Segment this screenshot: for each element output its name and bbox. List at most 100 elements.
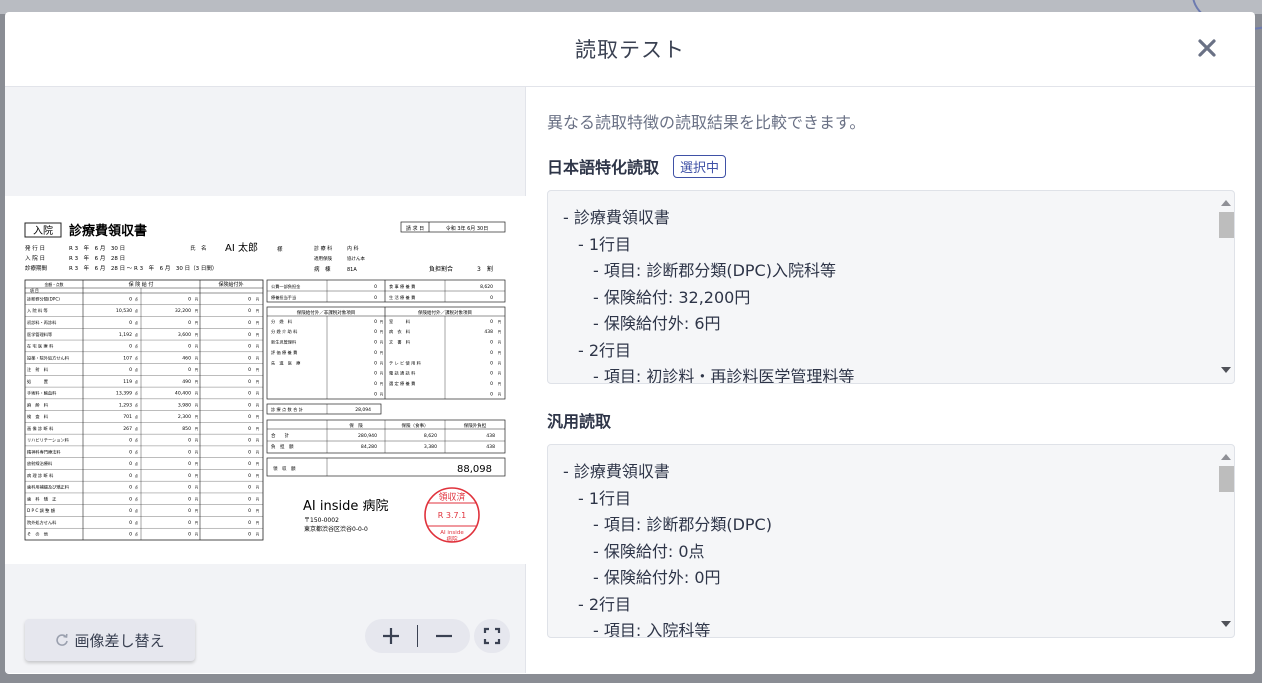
stamp-top: 領収済 bbox=[438, 491, 465, 503]
result-line: - 項目: 診断郡分類(DPC)入院科等 bbox=[593, 261, 836, 280]
close-button[interactable] bbox=[1195, 36, 1219, 60]
receipt-date-value: R 3 年 6 月 28 日 bbox=[69, 254, 125, 262]
zoom-controls bbox=[365, 619, 470, 653]
receipt-unit-point: 点 bbox=[135, 449, 139, 454]
receipt-sum-label: 合 計 bbox=[271, 432, 289, 439]
receipt-unit-point: 点 bbox=[135, 308, 139, 313]
receipt-unit-yen: 円 bbox=[256, 497, 260, 501]
receipt-burden: 3 割 bbox=[477, 265, 493, 273]
receipt-unit-point: 点 bbox=[135, 344, 139, 349]
receipt-item-points: 267 bbox=[123, 426, 132, 432]
receipt-tax-header: 保険給付外／課税対象項目 bbox=[418, 309, 472, 316]
receipt-unit-yen: 円 bbox=[256, 368, 260, 372]
scroll-down-arrow-icon[interactable] bbox=[1221, 367, 1231, 373]
stamp-bottom-2: 病院 bbox=[446, 535, 458, 543]
modal-title: 読取テスト bbox=[575, 38, 685, 62]
scroll-thumb[interactable] bbox=[1219, 466, 1234, 492]
receipt-sum-other: 438 bbox=[486, 444, 495, 450]
general-result-box[interactable]: - 診療費領収書 - 1行目 - 項目: 診断郡分類(DPC) - 保険給付: 0点 -… bbox=[547, 444, 1235, 638]
receipt-tax-value: 0 bbox=[490, 350, 493, 356]
receipt-unit-yen: 円 bbox=[498, 392, 502, 396]
receipt-unit-yen: 円 bbox=[195, 380, 199, 384]
receipt-item-noninsured: 0 bbox=[248, 320, 251, 326]
receipt-date-value: R 3 年 6 月 30 日 bbox=[69, 244, 125, 252]
read-test-modal: 読取テスト 入院 診療費領収書 請 求 日 令和 3年 6月 30日 発 行 日… bbox=[5, 12, 1255, 674]
receipt-item-points: 1,293 bbox=[119, 402, 132, 408]
general-result-scrollbar[interactable] bbox=[1215, 446, 1234, 636]
receipt-unit-yen: 円 bbox=[256, 533, 260, 537]
section-general-head: 汎用読取 bbox=[547, 408, 1235, 432]
receipt-nontax-value: 0 bbox=[374, 381, 377, 387]
receipt-unit-yen: 円 bbox=[256, 415, 260, 419]
receipt-item-noninsured: 0 bbox=[248, 426, 251, 432]
receipt-title: 診療費領収書 bbox=[69, 223, 147, 239]
receipt-life-label: 生 活 療 養 費 bbox=[389, 294, 415, 301]
receipt-item-name: 放射線治療料 bbox=[27, 460, 53, 467]
receipt-nontax-name: 先 進 医 療 bbox=[271, 359, 301, 366]
receipt-nontax-name: 新生児管理料 bbox=[271, 339, 297, 346]
result-line: - 1行目 bbox=[578, 234, 632, 254]
receipt-nontax-value: 0 bbox=[374, 371, 377, 377]
receipt-item-name: リハビリテーション料 bbox=[27, 437, 70, 444]
receipt-unit-yen: 円 bbox=[256, 439, 260, 443]
receipt-unit-yen: 円 bbox=[256, 356, 260, 360]
receipt-nontax-value: 0 bbox=[374, 391, 377, 397]
japanese-result-box[interactable]: - 診療費領収書 - 1行目 - 項目: 診断郡分類(DPC)入院科等 - 保険給付:… bbox=[547, 190, 1235, 384]
receipt-item-noninsured: 0 bbox=[248, 402, 251, 408]
stamp-date: R 3.7.1 bbox=[438, 511, 466, 520]
receipt-item-noninsured: 0 bbox=[248, 379, 251, 385]
scroll-down-arrow-icon[interactable] bbox=[1221, 621, 1231, 627]
receipt-unit-yen: 円 bbox=[195, 427, 199, 431]
receipt-unit-point: 点 bbox=[135, 402, 139, 407]
receipt-unit-yen: 円 bbox=[195, 392, 199, 396]
receipt-ward-label: 病 棟 bbox=[314, 265, 331, 273]
receipt-tax-value: 0 bbox=[490, 391, 493, 397]
receipt-nontax-value: 0 bbox=[374, 360, 377, 366]
receipt-document: 入院 診療費領収書 請 求 日 令和 3年 6月 30日 発 行 日 R 3 年 … bbox=[24, 221, 506, 543]
zoom-in-button[interactable] bbox=[365, 619, 417, 653]
receipt-unit-yen: 円 bbox=[256, 321, 260, 325]
receipt-unit-point: 点 bbox=[135, 391, 139, 396]
receipt-sum-header-other: 保険外負担 bbox=[464, 422, 487, 429]
receipt-meal: 8,620 bbox=[480, 284, 493, 290]
receipt-insurance: 協けん本 bbox=[347, 255, 365, 262]
receipt-unit-point: 点 bbox=[135, 414, 139, 419]
receipt-image: 入院 診療費領収書 請 求 日 令和 3年 6月 30日 発 行 日 R 3 年 … bbox=[5, 196, 526, 564]
receipt-life: 0 bbox=[490, 295, 493, 301]
receipt-item-noninsured: 0 bbox=[248, 438, 251, 444]
receipt-item-insured: 0 bbox=[188, 320, 191, 326]
receipt-sum-other: 438 bbox=[486, 433, 495, 439]
receipt-unit-yen: 円 bbox=[195, 450, 199, 454]
receipt-item-points: 0 bbox=[129, 438, 132, 444]
receipt-nontax-name: 評 価 療 養 費 bbox=[271, 349, 297, 356]
receipt-header-insured: 保 険 給 付 bbox=[129, 281, 154, 288]
fullscreen-button[interactable] bbox=[474, 619, 510, 653]
receipt-item-noninsured: 0 bbox=[248, 332, 251, 338]
replace-image-button[interactable]: 画像差し替え bbox=[25, 619, 195, 661]
receipt-tax-value: 0 bbox=[490, 381, 493, 387]
receipt-item-name: そ の 他 bbox=[27, 531, 49, 538]
receipt-nontax-value: 0 bbox=[374, 350, 377, 356]
receipt-item-insured: 0 bbox=[188, 473, 191, 479]
receipt-unit-yen: 円 bbox=[195, 533, 199, 537]
scroll-thumb[interactable] bbox=[1219, 212, 1234, 238]
receipt-unit-point: 点 bbox=[135, 367, 139, 372]
receipt-tax-value: 0 bbox=[490, 371, 493, 377]
result-line: - 保険給付: 32,200円 bbox=[593, 287, 751, 307]
receipt-received-label: 領 収 額 bbox=[273, 465, 296, 472]
scroll-up-arrow-icon[interactable] bbox=[1221, 200, 1231, 206]
receipt-item-points: 0 bbox=[129, 296, 132, 302]
stamp-bottom-1: AI inside bbox=[440, 530, 464, 536]
receipt-unit-yen: 円 bbox=[256, 380, 260, 384]
zoom-out-button[interactable] bbox=[418, 619, 470, 653]
result-line: - 2行目 bbox=[578, 594, 632, 614]
receipt-item-insured: 0 bbox=[188, 532, 191, 538]
scroll-up-arrow-icon[interactable] bbox=[1221, 454, 1231, 460]
japanese-result-scrollbar[interactable] bbox=[1215, 192, 1234, 382]
japanese-result-list: - 診療費領収書 - 1行目 - 項目: 診断郡分類(DPC)入院科等 - 保険給付:… bbox=[548, 191, 1234, 383]
receipt-unit-yen: 円 bbox=[498, 330, 502, 334]
receipt-item-points: 107 bbox=[123, 355, 132, 361]
receipt-item-insured: 2,300 bbox=[178, 414, 191, 420]
receipt-subheader: 金額・点数 bbox=[45, 282, 64, 287]
receipt-item-insured: 0 bbox=[188, 344, 191, 350]
